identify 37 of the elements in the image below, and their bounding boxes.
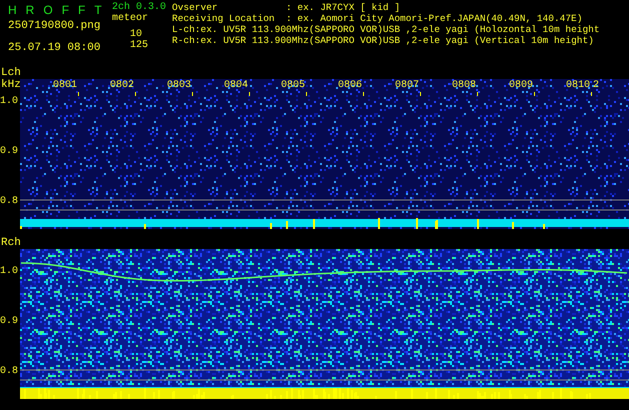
- title-letter: O: [43, 3, 53, 18]
- frequency-tick: 0.8: [0, 196, 20, 208]
- unit-label: kHz: [0, 79, 20, 91]
- time-label: 0803: [166, 80, 191, 91]
- datetime: 25.07.19 08:00: [8, 42, 102, 54]
- counter-label: meteor: [112, 13, 148, 24]
- frequency-tick: 1.0: [0, 96, 20, 109]
- channel-label: Lch: [0, 67, 22, 79]
- frequency-tick: 1.0: [0, 266, 20, 279]
- title-letter: H: [8, 3, 17, 18]
- channel-label: Rch: [0, 237, 22, 249]
- filename: 2507190800.png: [8, 20, 102, 32]
- version-label: 2ch 0.3.0: [112, 2, 166, 13]
- info-label: Ovserver: [172, 2, 219, 13]
- info-value: : ex. JR7CYX [ kid ]: [286, 2, 400, 13]
- time-label: 0810: [564, 80, 590, 91]
- time-label: 0801: [52, 80, 77, 91]
- time-label: 0806: [336, 80, 362, 91]
- meteor-count: 125: [129, 40, 148, 51]
- frequency-tick: 0.8: [0, 366, 20, 378]
- time-label: 0808: [450, 80, 476, 91]
- frequency-tick: 0.9: [0, 316, 20, 329]
- info-label: Receiving Location: [172, 13, 276, 24]
- time-label: 0807: [394, 80, 419, 91]
- time-label: 0802: [108, 80, 134, 91]
- channel-info: R-ch:ex. UV5R 113.900Mhz(SAPPORO VOR)USB ,2-ele yagi (Vertical 10m height): [172, 35, 595, 46]
- channel-info: L-ch:ex. UV5R 113.900Mhz(SAPPORO VOR)USB ,2-ele yagi (Holozontal 10m height: [172, 24, 600, 35]
- meteor-count: 10: [129, 29, 142, 40]
- frequency-tick: 0.9: [0, 146, 20, 159]
- title-letter: F: [62, 3, 70, 18]
- title-letter: R: [26, 3, 34, 18]
- time-label: 0805: [280, 80, 305, 91]
- time-label: 2: [592, 80, 600, 91]
- info-value: : ex. Aomori City Aomori-Pref.JAPAN(40.49N, 140.47E): [286, 13, 582, 24]
- time-label: 0804: [222, 80, 248, 91]
- title-letter: T: [94, 3, 102, 18]
- title-letter: F: [78, 3, 86, 18]
